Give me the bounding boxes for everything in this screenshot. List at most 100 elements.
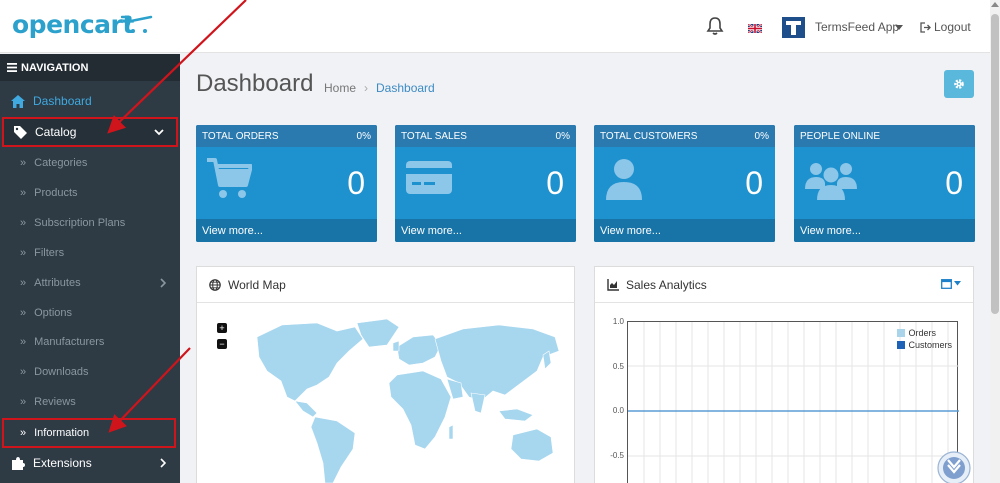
tile-view-more-link[interactable]: View more...	[395, 219, 576, 242]
sidebar-subitem-information[interactable]: » Information	[2, 418, 176, 448]
map-zoom-out-button[interactable]: −	[217, 339, 227, 349]
tile-value: 0	[945, 165, 963, 201]
sidebar-subitem[interactable]: » Downloads	[0, 357, 180, 387]
credit-card-icon	[406, 161, 452, 194]
sidebar-subitem-label: Filters	[34, 247, 65, 259]
tile-percent: 0%	[754, 130, 769, 142]
scroll-to-top-icon[interactable]	[937, 451, 971, 483]
sales-analytics-header: Sales Analytics	[595, 267, 973, 303]
breadcrumb-separator-icon: ›	[364, 81, 369, 95]
sidebar-subitem-label: Categories	[34, 157, 88, 169]
sidebar-item-catalog[interactable]: Catalog	[2, 117, 178, 147]
breadcrumb-current[interactable]: Dashboard	[376, 81, 435, 95]
world-map-title: World Map	[228, 277, 286, 292]
user-menu-name[interactable]: TermsFeed App	[815, 20, 899, 34]
sidebar-item-extensions[interactable]: Extensions	[0, 448, 180, 478]
legend-label: Customers	[908, 340, 952, 350]
logout-icon	[920, 21, 931, 33]
tile-view-more-link[interactable]: View more...	[794, 219, 975, 242]
opencart-logo[interactable]: opencart	[12, 10, 134, 39]
tile-total-orders: TOTAL ORDERS 0% 0 View more...	[196, 125, 377, 242]
chart-legend: Orders Customers	[897, 328, 952, 352]
navigation-header[interactable]: NAVIGATION	[0, 54, 180, 81]
logout-link[interactable]: Logout	[920, 20, 971, 34]
tile-view-more-link[interactable]: View more...	[594, 219, 775, 242]
scroll-thumb[interactable]	[991, 14, 999, 314]
user-avatar[interactable]	[782, 17, 805, 38]
chevron-down-icon	[154, 128, 164, 135]
world-map-canvas[interactable]	[237, 317, 567, 483]
logout-label: Logout	[934, 20, 971, 34]
top-header: opencart TermsFeed App Logout	[0, 0, 990, 53]
sidebar-subitem-label: Manufacturers	[34, 336, 105, 348]
tile-title: TOTAL SALES	[401, 130, 467, 142]
hamburger-icon	[7, 63, 17, 72]
calendar-icon	[941, 279, 952, 289]
double-chevron-icon: »	[20, 247, 27, 259]
users-icon	[805, 163, 857, 200]
gear-icon	[954, 79, 964, 89]
sidebar-navigation: NAVIGATION Dashboard Catalog » Categorie…	[0, 54, 180, 483]
puzzle-icon	[11, 456, 25, 470]
sidebar-subitem[interactable]: » Categories	[0, 148, 180, 178]
sidebar-subitem[interactable]: » Options	[0, 298, 180, 328]
tile-view-more-link[interactable]: View more...	[196, 219, 377, 242]
sidebar-subitem[interactable]: » Subscription Plans	[0, 208, 180, 238]
scroll-up-arrow-icon[interactable]	[991, 2, 999, 7]
tile-total-customers: TOTAL CUSTOMERS 0% 0 View more...	[594, 125, 775, 242]
double-chevron-icon: »	[20, 277, 27, 289]
sales-analytics-panel: Sales Analytics 1.0 0.5 0.0 -0.5 Orders …	[594, 266, 974, 483]
sidebar-item-dashboard[interactable]: Dashboard	[0, 86, 180, 116]
calendar-dropdown-button[interactable]	[941, 278, 961, 289]
y-tick-label: 0.5	[612, 362, 624, 371]
sidebar-subitem[interactable]: » Products	[0, 178, 180, 208]
double-chevron-icon: »	[20, 427, 27, 439]
breadcrumb-home[interactable]: Home	[324, 81, 356, 95]
sidebar-subitem-label: Attributes	[34, 277, 81, 289]
sidebar-subitem-label: Downloads	[34, 366, 89, 378]
globe-icon	[209, 278, 221, 291]
sidebar-item-label: Extensions	[33, 456, 92, 470]
bell-icon[interactable]	[706, 16, 724, 36]
logo-cart-icon	[121, 15, 153, 33]
sidebar-item-label: Catalog	[35, 125, 77, 139]
double-chevron-icon: »	[20, 187, 27, 199]
home-icon	[11, 94, 25, 108]
sidebar-subitem[interactable]: » Manufacturers	[0, 327, 180, 357]
tile-value: 0	[546, 165, 564, 201]
chevron-right-icon	[160, 458, 166, 468]
page-scrollbar[interactable]	[990, 0, 1000, 483]
double-chevron-icon: »	[20, 217, 27, 229]
tile-title: TOTAL ORDERS	[202, 130, 279, 142]
sidebar-subitem-label: Options	[34, 307, 73, 319]
sidebar-subitem[interactable]: » Attributes	[0, 268, 180, 298]
settings-button[interactable]	[944, 70, 974, 98]
tile-title: TOTAL CUSTOMERS	[600, 130, 698, 142]
sidebar-subitem-label: Information	[34, 427, 90, 439]
sales-analytics-title: Sales Analytics	[626, 277, 707, 292]
sidebar-subitem-label: Products	[34, 187, 78, 199]
tile-value: 0	[347, 165, 365, 201]
caret-down-icon	[954, 281, 961, 286]
user-menu-caret-icon[interactable]	[895, 25, 903, 30]
uk-flag-icon[interactable]	[748, 24, 762, 33]
tile-percent: 0%	[356, 130, 371, 142]
legend-swatch-customers	[897, 341, 906, 349]
user-icon	[606, 159, 642, 200]
sidebar-subitem[interactable]: » Reviews	[0, 387, 180, 417]
sidebar-subitem-label: Reviews	[34, 396, 76, 408]
double-chevron-icon: »	[20, 307, 27, 319]
y-tick-label: -0.5	[610, 451, 624, 460]
page-title: Dashboard	[196, 70, 314, 97]
tile-value: 0	[745, 165, 763, 201]
sidebar-subitem-label: Subscription Plans	[34, 217, 126, 229]
tile-title: PEOPLE ONLINE	[800, 130, 881, 142]
map-zoom-in-button[interactable]: +	[217, 323, 227, 333]
world-map-panel: World Map + −	[196, 266, 575, 483]
chevron-right-icon	[160, 278, 166, 288]
breadcrumb: Home › Dashboard	[324, 81, 435, 95]
area-chart-icon	[607, 278, 619, 291]
tile-percent: 0%	[555, 130, 570, 142]
sidebar-subitem[interactable]: » Filters	[0, 238, 180, 268]
double-chevron-icon: »	[20, 366, 27, 378]
